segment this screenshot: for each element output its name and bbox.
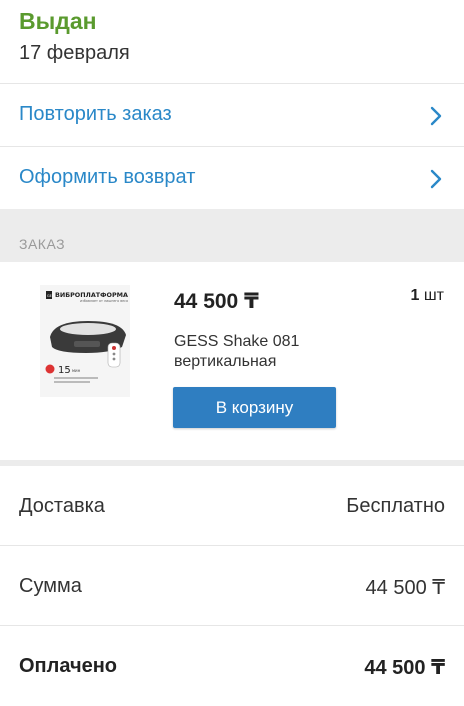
sum-row: Сумма 44 500 ₸ — [0, 546, 464, 626]
paid-value: 44 500 ₸ — [364, 657, 445, 679]
order-section-header: ЗАКАЗ — [0, 209, 464, 262]
quantity-unit: шт — [423, 287, 444, 304]
return-order-row[interactable]: Оформить возврат — [0, 146, 464, 208]
product-thumbnail: GESS ВИБРОПЛАТФОРМА избавляет от лишнего… — [40, 285, 130, 397]
repeat-order-row[interactable]: Повторить заказ — [0, 83, 464, 145]
delivery-label: Доставка — [19, 495, 105, 517]
product-image-badge-unit: мин — [72, 368, 81, 373]
chevron-right-icon — [430, 106, 442, 126]
delivery-value: Бесплатно — [346, 495, 445, 517]
delivery-row: Доставка Бесплатно — [0, 466, 464, 546]
sum-label: Сумма — [19, 575, 82, 597]
product-image[interactable]: GESS ВИБРОПЛАТФОРМА избавляет от лишнего… — [40, 285, 130, 397]
section-title: ЗАКАЗ — [19, 236, 66, 252]
product-quantity: 1 шт — [410, 287, 444, 305]
add-to-cart-button[interactable]: В корзину — [173, 387, 336, 428]
product-image-badge: 15 — [58, 365, 71, 376]
quantity-number: 1 — [410, 287, 420, 304]
product-image-subtitle: избавляет от лишнего веса — [80, 299, 128, 303]
paid-label: Оплачено — [19, 655, 117, 677]
product-price: 44 500 ₸ — [174, 290, 259, 313]
chevron-right-icon — [430, 169, 442, 189]
product-image-title: ВИБРОПЛАТФОРМА — [55, 291, 128, 299]
status-date: 17 февраля — [19, 42, 130, 64]
repeat-order-label: Повторить заказ — [19, 103, 172, 125]
product-name[interactable]: GESS Shake 081 вертикальная — [174, 332, 374, 372]
status-title: Выдан — [19, 8, 97, 34]
order-status: Выдан 17 февраля — [19, 6, 449, 67]
return-order-label: Оформить возврат — [19, 166, 196, 188]
paid-row: Оплачено 44 500 ₸ — [0, 626, 464, 706]
sum-value: 44 500 ₸ — [365, 577, 445, 599]
